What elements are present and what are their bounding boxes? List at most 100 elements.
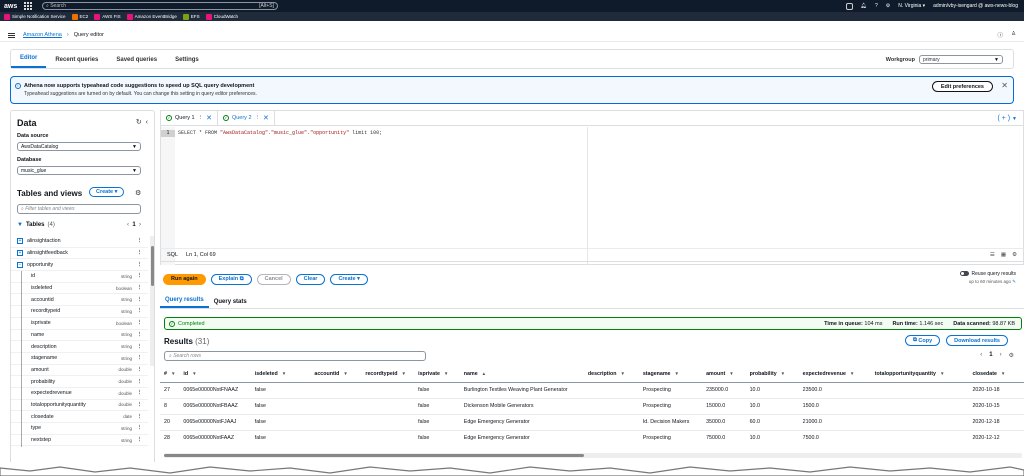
sort-icon[interactable]: ▲ (482, 371, 486, 376)
workgroup-select[interactable]: primary ▼ (919, 55, 1003, 64)
table-row[interactable]: 28 0065e00000NxtFAAZ false false Edge Emerge… (160, 430, 1024, 446)
format-icon[interactable]: ☰ (990, 252, 995, 258)
column-item[interactable]: isprivate boolean ⋮ (11, 317, 148, 330)
favorite-item[interactable]: AWS FIS (94, 13, 121, 20)
more-icon[interactable]: ⋮ (137, 425, 142, 431)
sort-icon[interactable]: ▼ (282, 371, 286, 376)
account-menu[interactable]: admin/vby-isengard @ aws-news-blog (933, 3, 1018, 9)
datasource-select[interactable]: AwsDataCatalog ▼ (17, 142, 141, 151)
sort-icon[interactable]: ▼ (343, 371, 347, 376)
column-item[interactable]: accountid string ⋮ (11, 294, 148, 307)
more-icon[interactable]: ⋮ (137, 355, 142, 361)
tab-settings[interactable]: Settings (166, 57, 208, 68)
chevron-right-icon[interactable]: › (139, 222, 141, 228)
sort-icon[interactable]: ▼ (192, 371, 196, 376)
global-search-input[interactable]: ⌕ Search [Alt+S] (42, 2, 278, 10)
column-item[interactable]: isdeleted boolean ⋮ (11, 282, 148, 295)
column-header[interactable]: amount ▼ (702, 366, 746, 383)
help-icon[interactable]: ? (875, 3, 878, 9)
sort-icon[interactable]: ▼ (850, 371, 854, 376)
table-item[interactable]: − opportunity ⋮ (11, 259, 148, 272)
breadcrumb-athena-link[interactable]: Amazon Athena (23, 32, 62, 38)
favorite-item[interactable]: Amazon EventBridge (126, 13, 177, 20)
column-item[interactable]: closedate date ⋮ (11, 411, 148, 423)
more-icon[interactable]: ⋮ (198, 115, 204, 121)
sort-icon[interactable]: ▼ (402, 371, 406, 376)
column-item[interactable]: nextstep string ⋮ (11, 434, 148, 447)
table-row[interactable]: 8 0065e00000NxtFBAAZ false false Dickenson M… (160, 398, 1024, 415)
tables-section-header[interactable]: ▼ Tables (4) ‹ 1 › (17, 222, 141, 228)
tab-query-stats[interactable]: Query stats (209, 299, 252, 308)
more-icon[interactable]: ⋮ (137, 297, 142, 303)
clear-button[interactable]: Clear (295, 273, 326, 285)
cloudshell-icon[interactable] (845, 2, 853, 10)
close-icon[interactable]: ✕ (263, 114, 269, 122)
expand-icon[interactable]: + (17, 250, 23, 257)
sort-icon[interactable]: ▼ (940, 371, 944, 376)
horizontal-scrollbar[interactable] (164, 453, 1022, 458)
tab-editor[interactable]: Editor (11, 55, 47, 68)
sort-icon[interactable]: ▼ (675, 371, 679, 376)
more-icon[interactable]: ⋮ (137, 390, 142, 396)
sort-icon[interactable]: ▼ (444, 371, 448, 376)
column-item[interactable]: type string ⋮ (11, 423, 148, 435)
user-icon[interactable]: ♙ (1011, 31, 1016, 39)
bell-icon[interactable]: 🔔︎ (861, 3, 867, 9)
tab-query-1[interactable]: ✓ Query 1 ⋮ ✕ (161, 110, 218, 126)
favorite-item[interactable]: EFS (182, 13, 200, 20)
more-icon[interactable]: ⋮ (137, 262, 142, 268)
services-grid-icon[interactable] (24, 2, 32, 10)
column-header[interactable]: name ▲ (459, 366, 584, 383)
sort-icon[interactable]: ▼ (620, 371, 624, 376)
scrollbar[interactable] (150, 236, 154, 366)
chevron-left-icon[interactable]: ‹ (980, 352, 982, 359)
close-icon[interactable]: ✕ (1001, 81, 1008, 90)
close-icon[interactable]: ✕ (206, 114, 212, 122)
region-selector[interactable]: N. Virginia ▾ (898, 3, 925, 9)
gear-icon[interactable]: ⚙ (886, 3, 890, 9)
copy-button[interactable]: ⧉ Copy (904, 335, 941, 346)
settings-icon[interactable]: ⚙ (1012, 252, 1017, 258)
expand-icon[interactable]: + (17, 238, 23, 245)
caret-down-icon[interactable]: ▼ (1012, 116, 1017, 122)
favorite-item[interactable]: CloudWatch (205, 13, 238, 20)
more-icon[interactable]: ⋮ (137, 344, 142, 350)
collapse-icon[interactable]: ‹ (146, 119, 148, 126)
column-header[interactable]: description ▼ (583, 366, 639, 383)
database-select[interactable]: music_glue ▼ (17, 166, 141, 175)
sort-icon[interactable]: ▼ (1001, 371, 1005, 376)
add-tab-button[interactable]: ( + ) (997, 115, 1010, 122)
column-item[interactable]: id string ⋮ (11, 271, 148, 283)
column-item[interactable]: description string ⋮ (11, 341, 148, 353)
sql-code[interactable]: SELECT * FROM "AwsDataCatalog"."music_gl… (178, 130, 382, 136)
edit-icon[interactable]: ✎ (1012, 279, 1016, 284)
column-header[interactable]: accountid ▼ (310, 366, 362, 383)
favorite-item[interactable]: EC2 (71, 13, 88, 20)
column-header[interactable]: totalopportunityquantity ▼ (870, 366, 969, 383)
column-header[interactable]: stagename ▼ (638, 366, 703, 383)
column-item[interactable]: totalopportunityquantity double ⋮ (11, 399, 148, 412)
reuse-toggle[interactable] (959, 271, 969, 277)
search-rows-input[interactable]: ⌕ Search rows (164, 351, 426, 361)
cancel-button[interactable]: Cancel (256, 273, 291, 285)
column-header[interactable]: expectedrevenue ▼ (798, 366, 871, 383)
tab-saved-queries[interactable]: Saved queries (107, 57, 166, 68)
table-item[interactable]: + alinsightfeedback ⋮ (11, 248, 148, 260)
column-header[interactable]: id ▼ (179, 366, 251, 383)
column-header[interactable]: probability ▼ (745, 366, 799, 383)
run-again-button[interactable]: Run again (163, 273, 206, 285)
sort-icon[interactable]: ▼ (729, 371, 733, 376)
create-table-button[interactable]: Create ▾ (89, 187, 125, 197)
refresh-icon[interactable]: ↻ (136, 119, 142, 126)
more-icon[interactable]: ⋮ (137, 414, 142, 420)
more-icon[interactable]: ⋮ (137, 332, 142, 338)
column-header[interactable]: closedate ▼ (968, 366, 1024, 383)
more-icon[interactable]: ⋮ (137, 320, 142, 326)
table-row[interactable]: 20 0065e00000NxtFJAAJ false false Edge Emerg… (160, 414, 1024, 431)
column-item[interactable]: stagename string ⋮ (11, 352, 148, 365)
more-icon[interactable]: ⋮ (137, 402, 142, 408)
more-icon[interactable]: ⋮ (137, 367, 142, 373)
more-icon[interactable]: ⋮ (137, 238, 142, 244)
chevron-right-icon[interactable]: › (1000, 352, 1002, 359)
favorite-item[interactable]: Simple Notification Service (4, 13, 66, 20)
